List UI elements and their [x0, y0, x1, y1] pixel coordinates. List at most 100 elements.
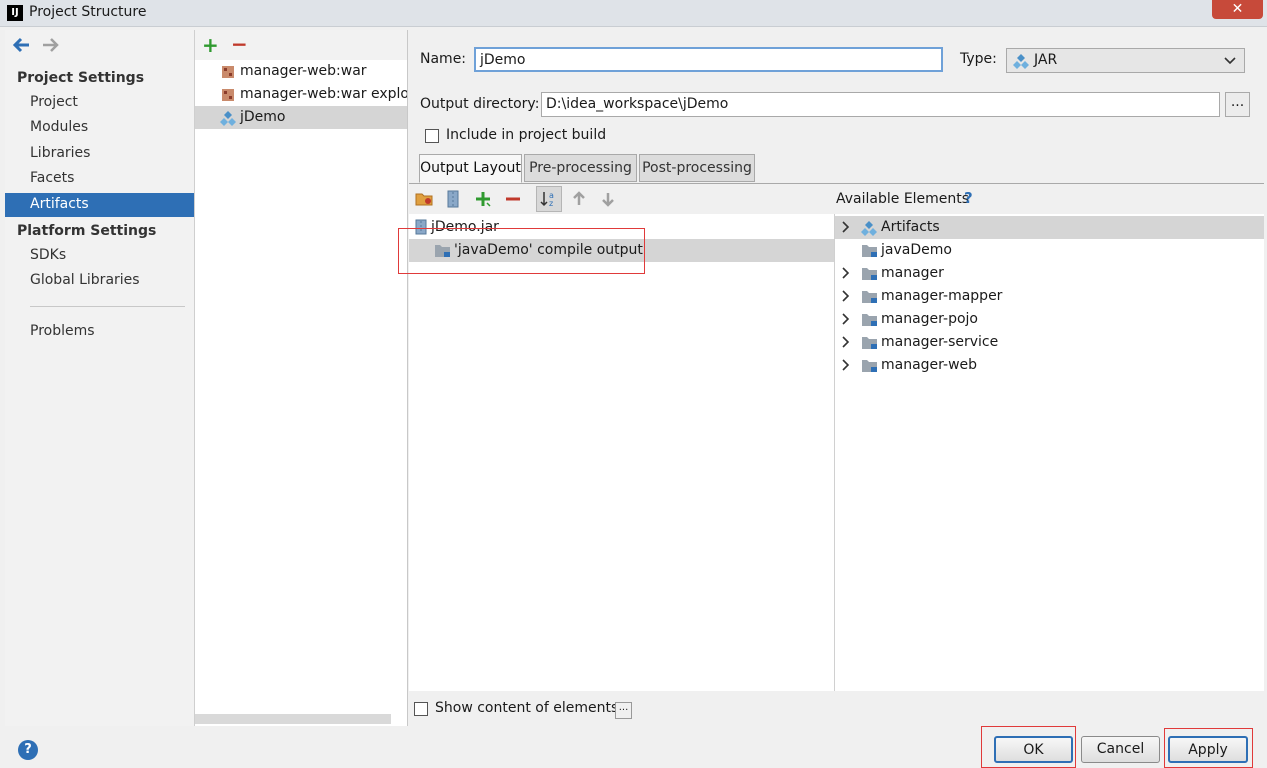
- dialog-footer: ? OK Cancel Apply: [0, 726, 1267, 768]
- module-folder-icon: [862, 245, 877, 257]
- chevron-right-icon[interactable]: [839, 312, 853, 326]
- output-layout-tree: jDemo.jar 'javaDemo' compile output: [409, 214, 835, 692]
- available-item-label: manager: [881, 265, 944, 281]
- module-folder-icon: [862, 314, 877, 326]
- war-icon: [222, 66, 234, 78]
- layout-toolbar: a z: [409, 184, 835, 214]
- title-bar: IJ Project Structure ✕: [0, 0, 1267, 27]
- add-icon[interactable]: [473, 189, 493, 209]
- chevron-right-icon[interactable]: [839, 335, 853, 349]
- nav-item-libraries[interactable]: Libraries: [5, 142, 194, 166]
- remove-artifact-button[interactable]: −: [231, 32, 248, 56]
- ok-button[interactable]: OK: [994, 736, 1073, 763]
- intellij-app-icon: IJ: [7, 5, 23, 21]
- window-title: Project Structure: [29, 4, 147, 20]
- chevron-right-icon[interactable]: [839, 220, 853, 234]
- tree-row-javademo-compile-output[interactable]: 'javaDemo' compile output: [409, 239, 834, 262]
- include-in-build-label: Include in project build: [446, 127, 607, 143]
- artifact-item-manager-web-war[interactable]: manager-web:war: [195, 60, 407, 83]
- nav-item-artifacts[interactable]: Artifacts: [5, 193, 194, 217]
- tab-post-processing[interactable]: Post-processing: [639, 154, 755, 182]
- module-folder-icon: [862, 291, 877, 303]
- available-item-manager[interactable]: manager: [835, 262, 1264, 285]
- chevron-right-icon[interactable]: [839, 289, 853, 303]
- available-elements-header: Available Elements ?: [835, 184, 1264, 214]
- show-content-checkbox[interactable]: [414, 702, 428, 716]
- available-elements-title: Available Elements: [836, 191, 970, 207]
- move-up-icon[interactable]: [569, 189, 589, 209]
- available-item-manager-pojo[interactable]: manager-pojo: [835, 308, 1264, 331]
- nav-item-modules[interactable]: Modules: [5, 116, 194, 140]
- archive-icon[interactable]: [443, 189, 463, 209]
- nav-item-project[interactable]: Project: [5, 91, 194, 115]
- nav-item-global-libraries[interactable]: Global Libraries: [5, 269, 194, 293]
- svg-text:z: z: [549, 199, 553, 208]
- module-folder-icon: [862, 360, 877, 372]
- chevron-right-icon[interactable]: [839, 358, 853, 372]
- artifact-label: manager-web:war: [240, 63, 367, 79]
- forward-arrow-icon[interactable]: [40, 35, 60, 55]
- include-in-build-checkbox[interactable]: [425, 129, 439, 143]
- nav-item-problems[interactable]: Problems: [5, 320, 194, 344]
- available-item-label: manager-web: [881, 357, 978, 373]
- output-layout-panel: a z jDemo.jar 'javaDemo' compile output …: [409, 183, 1264, 692]
- tree-row-label: jDemo.jar: [431, 219, 499, 235]
- jar-icon: [415, 219, 427, 235]
- new-directory-icon[interactable]: [414, 189, 434, 209]
- available-item-manager-web[interactable]: manager-web: [835, 354, 1264, 377]
- settings-navigation: Project Settings Project Modules Librari…: [5, 30, 195, 726]
- tree-row-jdemo-jar[interactable]: jDemo.jar: [409, 216, 834, 239]
- nav-item-facets[interactable]: Facets: [5, 167, 194, 191]
- layout-options-bar: Show content of elements ...: [409, 691, 1264, 726]
- chevron-right-icon[interactable]: [839, 266, 853, 280]
- available-item-manager-mapper[interactable]: manager-mapper: [835, 285, 1264, 308]
- project-settings-heading: Project Settings: [17, 70, 145, 86]
- available-item-label: javaDemo: [881, 242, 952, 258]
- artifact-list-scrollbar[interactable]: [195, 714, 391, 724]
- tree-row-label: 'javaDemo' compile output: [454, 242, 643, 258]
- available-item-artifacts[interactable]: Artifacts: [835, 216, 1264, 239]
- artifacts-icon: [861, 221, 877, 236]
- artifact-list-panel: + − manager-web:war manager-web:war expl…: [195, 30, 408, 726]
- artifact-editor: Name: jDemo Type: JAR Output directory: …: [409, 30, 1264, 726]
- module-output-icon: [435, 245, 450, 257]
- name-label: Name:: [420, 51, 467, 67]
- available-item-label: Artifacts: [881, 219, 940, 235]
- artifact-label: manager-web:war exploded: [240, 86, 407, 102]
- available-item-manager-service[interactable]: manager-service: [835, 331, 1264, 354]
- module-folder-icon: [862, 268, 877, 280]
- available-item-label: manager-service: [881, 334, 999, 350]
- back-arrow-icon[interactable]: [12, 35, 32, 55]
- sort-icon: a z: [540, 191, 554, 208]
- nav-item-sdks[interactable]: SDKs: [5, 244, 194, 268]
- sort-toggle-button[interactable]: a z: [536, 186, 562, 212]
- jar-artifact-icon: [1013, 54, 1029, 69]
- help-button[interactable]: ?: [18, 740, 38, 760]
- show-content-options-button[interactable]: ...: [615, 702, 632, 719]
- available-item-label: manager-pojo: [881, 311, 978, 327]
- browse-button[interactable]: ...: [1225, 92, 1250, 117]
- available-elements-help-icon[interactable]: ?: [964, 189, 973, 207]
- show-content-label: Show content of elements: [435, 700, 619, 716]
- add-artifact-button[interactable]: +: [202, 33, 219, 57]
- output-directory-label: Output directory:: [420, 96, 540, 112]
- type-select[interactable]: JAR: [1006, 48, 1245, 73]
- close-window-button[interactable]: ✕: [1212, 0, 1263, 19]
- apply-button[interactable]: Apply: [1168, 736, 1248, 763]
- cancel-button[interactable]: Cancel: [1081, 736, 1160, 763]
- output-directory-input[interactable]: D:\idea_workspace\jDemo: [541, 92, 1220, 117]
- nav-divider: [30, 306, 185, 307]
- tab-pre-processing[interactable]: Pre-processing: [524, 154, 637, 182]
- remove-icon[interactable]: [503, 189, 523, 209]
- move-down-icon[interactable]: [598, 189, 618, 209]
- artifact-item-manager-web-war-exploded[interactable]: manager-web:war exploded: [195, 83, 407, 106]
- jar-artifact-icon: [220, 111, 236, 126]
- artifact-item-jdemo[interactable]: jDemo: [195, 106, 407, 129]
- type-select-value: JAR: [1034, 52, 1058, 68]
- module-folder-icon: [862, 337, 877, 349]
- artifact-label: jDemo: [240, 109, 286, 125]
- tab-output-layout[interactable]: Output Layout: [419, 154, 522, 183]
- available-item-javademo[interactable]: javaDemo: [835, 239, 1264, 262]
- name-input[interactable]: jDemo: [474, 47, 943, 72]
- artifact-list-toolbar: + −: [195, 30, 407, 60]
